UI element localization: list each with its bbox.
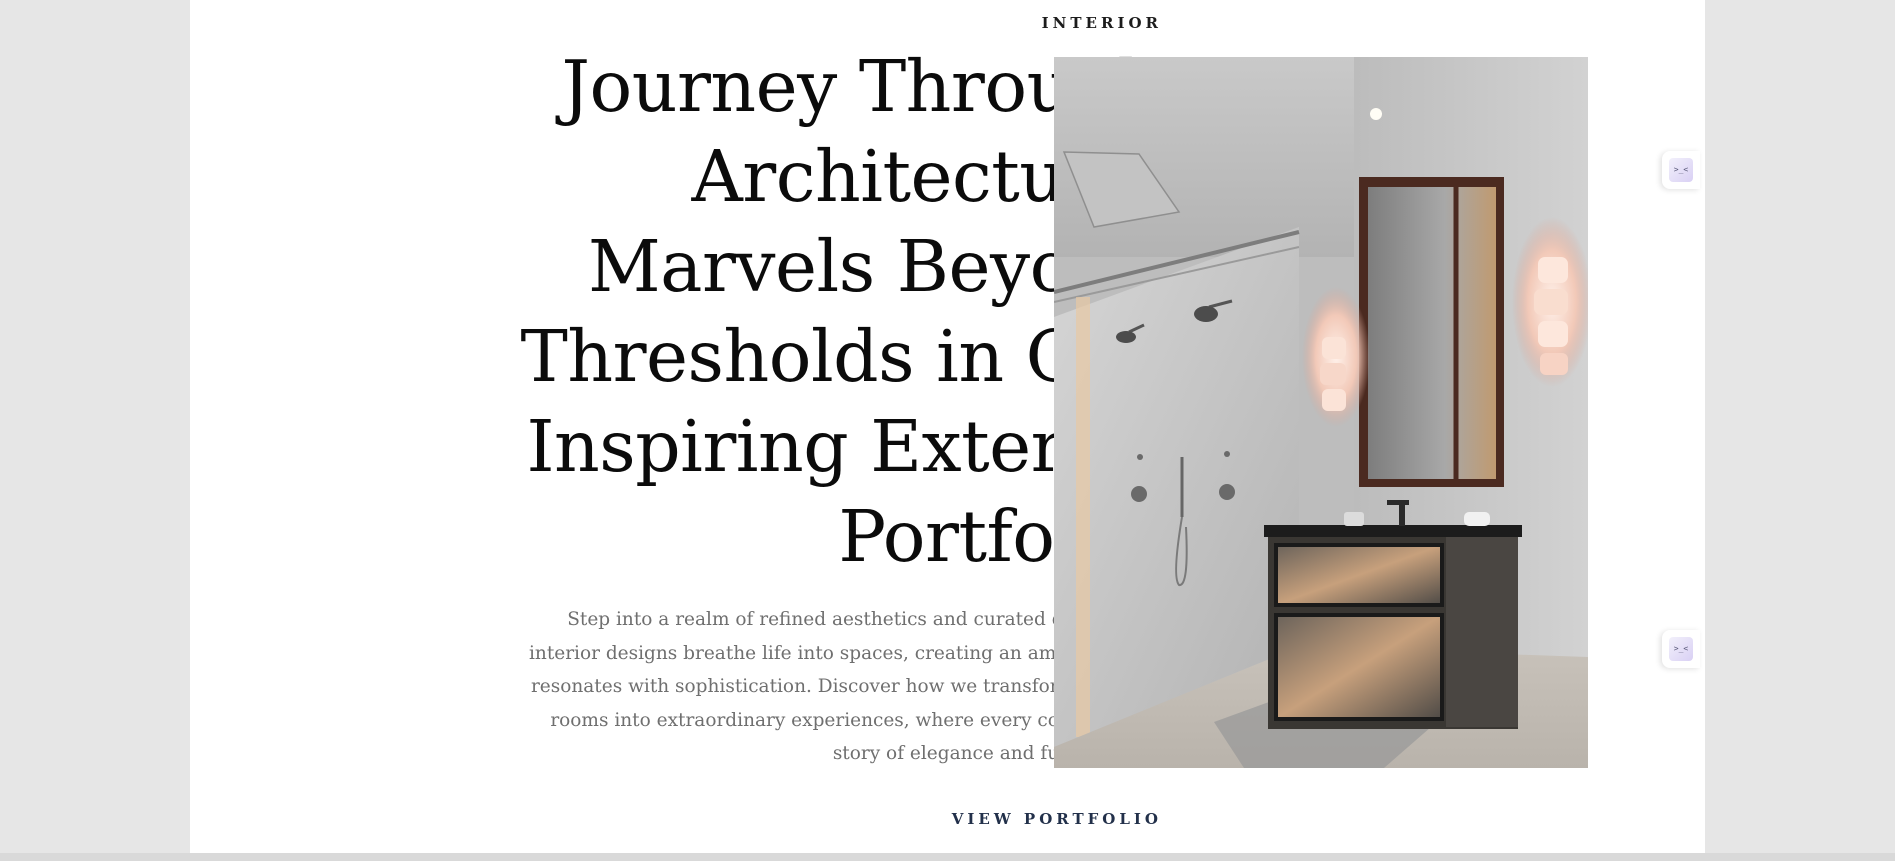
headline-line: Thresholds in Our	[520, 315, 1163, 398]
interior-section: INTERIOR Journey Through Architectural M…	[190, 0, 1705, 853]
assistant-face-icon: >_<	[1669, 637, 1693, 661]
viewport-bottom-border	[0, 853, 1895, 861]
view-portfolio-link[interactable]: VIEW PORTFOLIO	[952, 810, 1162, 828]
headline-line: Journey Through	[561, 45, 1163, 128]
headline-line: Marvels Beyond	[587, 225, 1163, 308]
assistant-widget-bottom[interactable]: >_<	[1662, 630, 1700, 668]
headline-line: Portfolio.	[838, 495, 1162, 578]
headline-line: Inspiring Exterior	[526, 405, 1162, 488]
headline-line: Architectural	[691, 135, 1163, 218]
section-headline: Journey Through Architectural Marvels Be…	[340, 42, 1163, 582]
bathroom-photo	[1054, 57, 1588, 768]
section-eyebrow: INTERIOR	[1041, 14, 1162, 32]
assistant-widget-top[interactable]: >_<	[1662, 151, 1700, 189]
assistant-face-icon: >_<	[1669, 158, 1693, 182]
